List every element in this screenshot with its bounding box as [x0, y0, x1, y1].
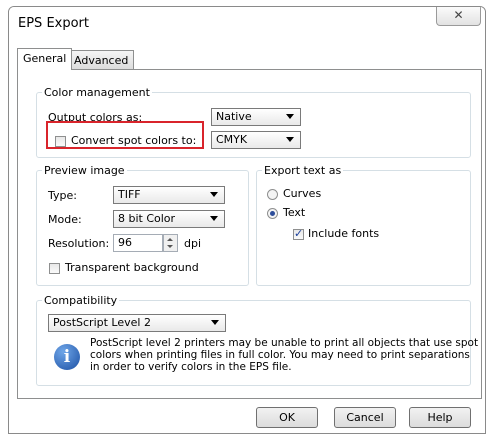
export-text-legend: Export text as	[264, 164, 342, 177]
resolution-unit: dpi	[184, 237, 202, 250]
text-radio[interactable]	[267, 208, 278, 219]
type-value: TIFF	[118, 188, 141, 201]
resolution-label: Resolution:	[48, 237, 110, 250]
preview-image-legend: Preview image	[44, 164, 125, 177]
text-label: Text	[283, 206, 306, 219]
compatibility-info-line-3: in order to verify colors in the EPS fil…	[90, 361, 292, 373]
compatibility-legend: Compatibility	[44, 294, 118, 307]
resolution-input[interactable]: 96	[113, 234, 163, 252]
type-select[interactable]: TIFF	[113, 186, 225, 204]
window-title: EPS Export	[18, 16, 89, 31]
curves-radio[interactable]	[267, 189, 278, 200]
compatibility-info-line-2: colors when printing files in full color…	[90, 349, 470, 361]
convert-spot-colors-value: CMYK	[216, 133, 248, 146]
tab-advanced[interactable]: Advanced	[68, 50, 135, 69]
title-bar: EPS Export ✕	[9, 7, 485, 37]
cancel-button[interactable]: Cancel	[334, 407, 396, 428]
compatibility-info-line-1: PostScript level 2 printers may be unabl…	[90, 337, 479, 349]
transparent-background-label: Transparent background	[65, 261, 199, 274]
export-text-group: Export text as	[256, 164, 471, 286]
resolution-spinner[interactable]	[163, 234, 178, 252]
mode-select[interactable]: 8 bit Color	[113, 210, 225, 228]
mode-value: 8 bit Color	[118, 212, 176, 225]
include-fonts-label: Include fonts	[308, 227, 380, 240]
help-button[interactable]: Help	[409, 407, 471, 428]
chevron-down-icon	[210, 192, 218, 197]
chevron-down-icon	[210, 216, 218, 221]
tab-general[interactable]: General	[17, 48, 73, 70]
compatibility-value: PostScript Level 2	[53, 316, 151, 329]
compatibility-select[interactable]: PostScript Level 2	[48, 314, 226, 332]
output-colors-select[interactable]: Native	[211, 108, 301, 126]
info-icon: i	[54, 344, 80, 370]
output-colors-value: Native	[216, 110, 252, 123]
color-management-legend: Color management	[44, 86, 150, 99]
eps-export-dialog: EPS Export ✕ General Advanced Color mana…	[8, 6, 486, 434]
spin-up-icon	[167, 238, 173, 241]
close-icon: ✕	[453, 8, 464, 22]
convert-spot-colors-select[interactable]: CMYK	[211, 131, 301, 149]
spin-down-icon	[167, 245, 173, 248]
chevron-down-icon	[211, 320, 219, 325]
ok-button[interactable]: OK	[256, 407, 318, 428]
general-tab-panel: Color management Output colors as: Nativ…	[17, 69, 482, 399]
mode-label: Mode:	[48, 213, 82, 226]
highlight-box	[46, 121, 204, 149]
include-fonts-checkbox[interactable]	[293, 227, 304, 240]
close-button[interactable]: ✕	[436, 7, 481, 26]
type-label: Type:	[48, 189, 77, 202]
chevron-down-icon	[286, 114, 294, 119]
chevron-down-icon	[286, 137, 294, 142]
curves-label: Curves	[283, 187, 322, 200]
transparent-background-checkbox[interactable]	[49, 263, 60, 274]
